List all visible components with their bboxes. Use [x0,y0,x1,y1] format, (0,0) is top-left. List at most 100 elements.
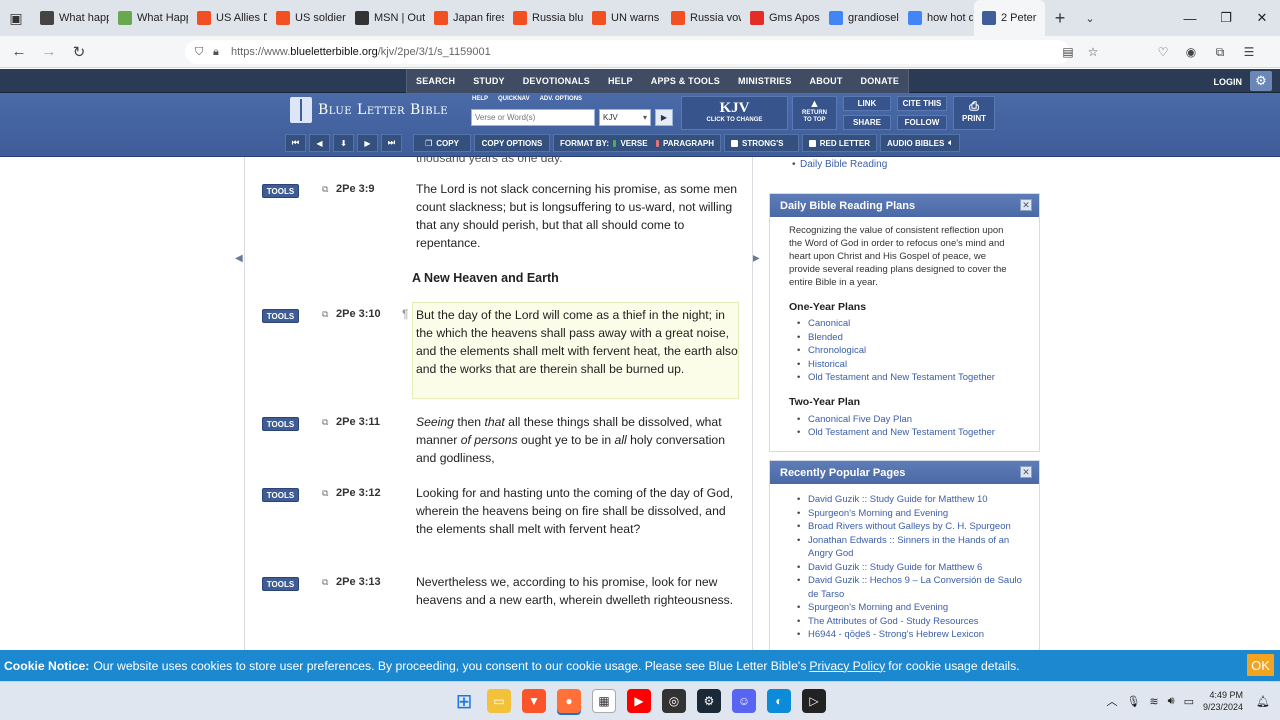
strongs-toggle[interactable]: STRONG'S [724,134,799,152]
cookie-ok-button[interactable]: OK [1247,654,1274,676]
verse-ref[interactable]: 2Pe 3:10 [336,308,381,320]
sidebar-link[interactable]: The Attributes of God - Study Resources [789,615,1027,629]
sidebar-link[interactable]: Broad Rivers without Galleys by C. H. Sp… [789,520,1027,534]
copy-verse-icon[interactable]: ⧉ [322,577,328,588]
topnav-help[interactable]: HELP [599,69,642,93]
back-icon[interactable]: ← [4,37,34,67]
copy-verse-icon[interactable]: ⧉ [322,488,328,499]
media-player-icon[interactable]: ▷ [802,689,826,713]
return-to-top-button[interactable]: ▲ RETURN TO TOP [792,96,837,130]
topnav-donate[interactable]: DONATE [852,69,909,93]
obs-icon[interactable]: ◎ [662,689,686,713]
copy-verse-icon[interactable]: ⧉ [322,417,328,428]
print-button[interactable]: ⎙ PRINT [953,96,995,130]
verse-label[interactable]: VERSE [620,139,647,148]
sidebar-link[interactable]: H6944 - qōḏeš - Strong's Hebrew Lexicon [789,628,1027,642]
close-panel-icon[interactable]: ✕ [1020,466,1032,478]
site-logo[interactable]: Blue Letter Bible [290,97,448,123]
pocket-icon[interactable]: ♡ [1150,40,1176,64]
sidebar-link[interactable]: Old Testament and New Testament Together [789,426,1027,440]
topnav-study[interactable]: STUDY [464,69,514,93]
topnav-devotionals[interactable]: DEVOTIONALS [514,69,599,93]
version-change-button[interactable]: KJV CLICK TO CHANGE [681,96,788,130]
follow-button[interactable]: FOLLOW [897,115,947,130]
copy-verse-icon[interactable]: ⧉ [322,309,328,320]
bookmark-star-icon[interactable]: ☆ [1080,40,1106,64]
reload-icon[interactable]: ↻ [64,37,94,67]
paragraph-check-icon[interactable] [655,139,660,147]
tools-button[interactable]: TOOLS [262,417,299,431]
sidebar-link[interactable]: Blended [789,331,1027,345]
copy-button[interactable]: ❐ COPY [413,134,471,152]
youtube-icon[interactable]: ▶ [627,689,651,713]
search-go-button[interactable]: ▶ [655,109,673,126]
edge-icon[interactable]: ◐ [767,689,791,713]
link-button[interactable]: LINK [843,96,891,111]
version-select[interactable]: KJV [599,109,651,126]
red-letter-toggle[interactable]: RED LETTER [802,134,877,152]
clock[interactable]: 4:49 PM 9/23/2024 [1203,689,1243,713]
reader-view-icon[interactable]: ▤ [1055,40,1081,64]
first-chapter-icon[interactable]: ⏮ [285,134,306,152]
topnav-ministries[interactable]: MINISTRIES [729,69,801,93]
browser-tab[interactable]: US soldiers [268,0,347,36]
collapse-left-icon[interactable]: ◀ [235,253,243,264]
browser-tab[interactable]: how hot d [900,0,974,36]
forward-icon[interactable]: → [34,37,64,67]
tab-actions-icon[interactable]: ▣ [0,0,32,36]
tray-chevron-icon[interactable]: ︿ [1106,693,1117,709]
privacy-policy-link[interactable]: Privacy Policy [809,659,885,673]
paragraph-label[interactable]: PARAGRAPH [663,139,714,148]
browser-tab[interactable]: 2 Peter✕ [974,0,1045,36]
volume-icon[interactable]: 🔊︎ [1168,695,1175,708]
browser-tab[interactable]: UN warns [584,0,663,36]
steam-icon[interactable]: ⚙ [697,689,721,713]
last-chapter-icon[interactable]: ⏭ [381,134,402,152]
search-input[interactable] [471,109,595,126]
topnav-about[interactable]: ABOUT [801,69,852,93]
tools-button[interactable]: TOOLS [262,577,299,591]
verse-ref[interactable]: 2Pe 3:9 [336,183,375,195]
cite-button[interactable]: CITE THIS [897,96,947,111]
restore-icon[interactable]: ❐ [1208,0,1244,36]
browser-tab[interactable]: grandiosel [821,0,900,36]
sidebar-link[interactable]: Jonathan Edwards :: Sinners in the Hands… [789,534,1027,561]
prev-chapter-icon[interactable]: ◀ [309,134,330,152]
sidebar-link[interactable]: Canonical [789,317,1027,331]
sidebar-link[interactable]: Canonical Five Day Plan [789,413,1027,427]
notification-bell-icon[interactable]: 🔔︎ [1256,695,1270,708]
close-panel-icon[interactable]: ✕ [1020,199,1032,211]
sidebar-link[interactable]: David Guzik :: Hechos 9 – La Conversión … [789,574,1027,601]
close-window-icon[interactable]: ✕ [1244,0,1280,36]
account-icon[interactable]: ◉ [1178,40,1204,64]
verse-ref[interactable]: 2Pe 3:12 [336,487,381,499]
tab-list-chevron-icon[interactable]: ⌄ [1075,12,1105,25]
verse-ref[interactable]: 2Pe 3:13 [336,576,381,588]
chapter-down-icon[interactable]: ⬇ [333,134,354,152]
copy-options-button[interactable]: COPY OPTIONS [474,134,550,152]
microphone-icon[interactable]: 🎙︎ [1126,695,1140,708]
sidebar-link-daily-reading[interactable]: Daily Bible Reading [792,159,887,170]
login-link[interactable]: LOGIN [1214,69,1243,95]
share-button[interactable]: SHARE [843,115,891,130]
battery-icon[interactable]: ▭ [1184,695,1194,708]
mini-link[interactable]: QUICKNAV [498,96,530,102]
next-chapter-icon[interactable]: ▶ [357,134,378,152]
extensions-icon[interactable]: ⧉ [1207,40,1233,64]
discord-icon[interactable]: ☺ [732,689,756,713]
windows-start-icon[interactable]: ⊞ [452,689,476,713]
firefox-icon[interactable]: ● [557,689,581,713]
sidebar-link[interactable]: David Guzik :: Study Guide for Matthew 1… [789,493,1027,507]
collapse-right-icon[interactable]: ▶ [752,253,760,264]
browser-tab[interactable]: Japan fires [426,0,505,36]
topnav-apps-tools[interactable]: APPS & TOOLS [642,69,729,93]
wifi-icon[interactable]: ≋ [1149,695,1158,708]
new-tab-button[interactable]: + [1045,8,1075,29]
sidebar-link[interactable]: Historical [789,358,1027,372]
browser-tab[interactable]: Gms Apost [742,0,821,36]
file-explorer-icon[interactable]: ▭ [487,689,511,713]
sidebar-link[interactable]: Old Testament and New Testament Together [789,371,1027,385]
tools-button[interactable]: TOOLS [262,309,299,323]
tools-button[interactable]: TOOLS [262,488,299,502]
shield-icon[interactable]: ⛉ [195,46,213,59]
